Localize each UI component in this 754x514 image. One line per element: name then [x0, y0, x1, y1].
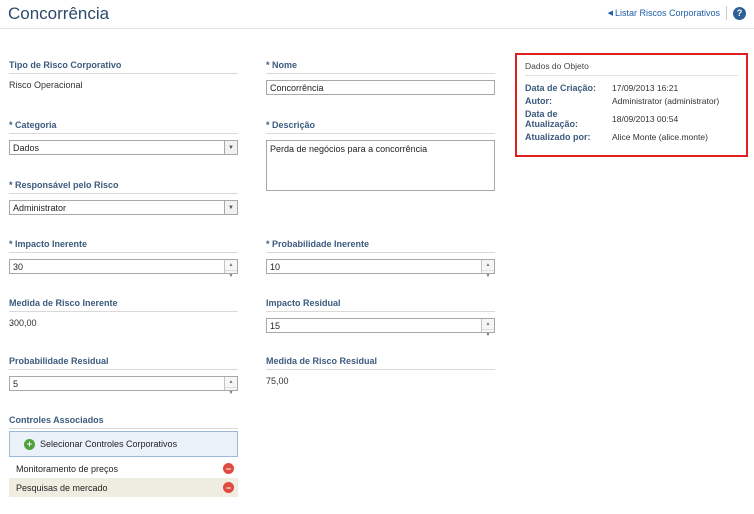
remove-icon[interactable]: −: [223, 482, 234, 493]
categoria-label: * Categoria: [9, 120, 238, 134]
list-corporate-risks-label: Listar Riscos Corporativos: [614, 8, 720, 18]
descricao-label: * Descrição: [266, 120, 495, 134]
list-corporate-risks-link[interactable]: ◀ Listar Riscos Corporativos: [608, 8, 720, 18]
probabilidade-inerente-stepper[interactable]: 10 ▲ ▼: [266, 259, 495, 279]
chevron-down-icon[interactable]: ▼: [224, 141, 237, 154]
spinner-icon[interactable]: ▲ ▼: [224, 377, 237, 396]
responsavel-selected-value: Administrator: [13, 203, 67, 213]
list-item: Monitoramento de preços −: [9, 459, 238, 478]
list-item: Pesquisas de mercado −: [9, 478, 238, 497]
spinner-down-icon[interactable]: ▼: [482, 271, 494, 281]
field-impacto-inerente: * Impacto Inerente 30 ▲ ▼: [9, 239, 238, 279]
author-key: Autor:: [525, 96, 552, 106]
tipo-value: Risco Operacional: [9, 80, 83, 90]
created-date-value: 17/09/2013 16:21: [612, 83, 679, 93]
object-data-title: Dados do Objeto: [525, 61, 738, 76]
impacto-residual-value: 15: [270, 321, 281, 331]
medida-residual-label: Medida de Risco Residual: [266, 356, 495, 370]
field-controles: Controles Associados: [9, 415, 238, 429]
controles-label: Controles Associados: [9, 415, 238, 429]
spinner-up-icon[interactable]: ▲: [225, 377, 237, 388]
updated-by-value: Alice Monte (alice.monte): [612, 132, 708, 142]
remove-icon[interactable]: −: [223, 463, 234, 474]
field-tipo: Tipo de Risco Corporativo Risco Operacio…: [9, 60, 238, 90]
probabilidade-inerente-value: 10: [270, 262, 281, 272]
field-responsavel: * Responsável pelo Risco Administrator ▼: [9, 180, 238, 215]
field-medida-inerente: Medida de Risco Inerente 300,00: [9, 298, 238, 328]
spinner-down-icon[interactable]: ▼: [482, 330, 494, 340]
top-links: ◀ Listar Riscos Corporativos ?: [608, 6, 746, 20]
tipo-label: Tipo de Risco Corporativo: [9, 60, 238, 74]
spinner-up-icon[interactable]: ▲: [482, 260, 494, 271]
field-probabilidade-inerente: * Probabilidade Inerente 10 ▲ ▼: [266, 239, 495, 279]
object-data-row: Data de Criação: 17/09/2013 16:21: [525, 83, 738, 93]
spinner-up-icon[interactable]: ▲: [225, 260, 237, 271]
impacto-residual-stepper[interactable]: 15 ▲ ▼: [266, 318, 495, 338]
object-data-row: Atualizado por: Alice Monte (alice.monte…: [525, 132, 738, 142]
spinner-icon[interactable]: ▲ ▼: [481, 260, 494, 279]
field-probabilidade-residual: Probabilidade Residual 5 ▲ ▼: [9, 356, 238, 396]
probabilidade-residual-label: Probabilidade Residual: [9, 356, 238, 370]
title-divider: [0, 28, 754, 29]
link-separator: [726, 6, 727, 20]
page-title: Concorrência: [8, 4, 110, 23]
object-data-row: Autor: Administrator (administrator): [525, 96, 738, 106]
object-data-panel: Dados do Objeto Data de Criação: 17/09/2…: [515, 53, 748, 157]
updated-by-key: Atualizado por:: [525, 132, 591, 142]
impacto-inerente-label: * Impacto Inerente: [9, 239, 238, 253]
author-value: Administrator (administrator): [612, 96, 720, 106]
responsavel-select[interactable]: Administrator ▼: [9, 200, 238, 215]
spinner-icon[interactable]: ▲ ▼: [224, 260, 237, 279]
medida-inerente-value: 300,00: [9, 318, 37, 328]
spinner-down-icon[interactable]: ▼: [225, 271, 237, 281]
spinner-icon[interactable]: ▲ ▼: [481, 319, 494, 338]
chevron-down-icon[interactable]: ▼: [224, 201, 237, 214]
add-icon: +: [24, 438, 35, 450]
categoria-select[interactable]: Dados ▼: [9, 140, 238, 155]
responsavel-label: * Responsável pelo Risco: [9, 180, 238, 194]
created-date-key: Data de Criação:: [525, 83, 597, 93]
control-name: Pesquisas de mercado: [16, 482, 108, 493]
field-descricao: * Descrição Perda de negócios para a con…: [266, 120, 495, 191]
control-name: Monitoramento de preços: [16, 463, 119, 474]
updated-date-value: 18/09/2013 00:54: [612, 114, 679, 124]
descricao-textarea[interactable]: Perda de negócios para a concorrência: [266, 140, 495, 191]
spinner-up-icon[interactable]: ▲: [482, 319, 494, 330]
field-medida-residual: Medida de Risco Residual 75,00: [266, 356, 495, 386]
impacto-residual-label: Impacto Residual: [266, 298, 495, 312]
medida-residual-value: 75,00: [266, 376, 289, 386]
probabilidade-inerente-label: * Probabilidade Inerente: [266, 239, 495, 253]
updated-date-key: Data de Atualização:: [525, 109, 579, 129]
impacto-inerente-value: 30: [13, 262, 24, 272]
medida-inerente-label: Medida de Risco Inerente: [9, 298, 238, 312]
nome-input[interactable]: Concorrência: [266, 80, 495, 95]
help-icon[interactable]: ?: [733, 6, 746, 20]
field-impacto-residual: Impacto Residual 15 ▲ ▼: [266, 298, 495, 338]
select-corporate-controls-label: Selecionar Controles Corporativos: [40, 439, 178, 449]
spinner-down-icon[interactable]: ▼: [225, 388, 237, 398]
field-nome: * Nome Concorrência: [266, 60, 495, 95]
object-data-row: Data de Atualização: 18/09/2013 00:54: [525, 109, 738, 129]
categoria-selected-value: Dados: [13, 143, 40, 153]
nome-label: * Nome: [266, 60, 495, 74]
impacto-inerente-stepper[interactable]: 30 ▲ ▼: [9, 259, 238, 279]
probabilidade-residual-value: 5: [13, 379, 19, 389]
select-corporate-controls-button[interactable]: + Selecionar Controles Corporativos: [9, 431, 238, 457]
field-categoria: * Categoria Dados ▼: [9, 120, 238, 155]
back-arrow-icon: ◀: [607, 10, 613, 17]
probabilidade-residual-stepper[interactable]: 5 ▲ ▼: [9, 376, 238, 396]
